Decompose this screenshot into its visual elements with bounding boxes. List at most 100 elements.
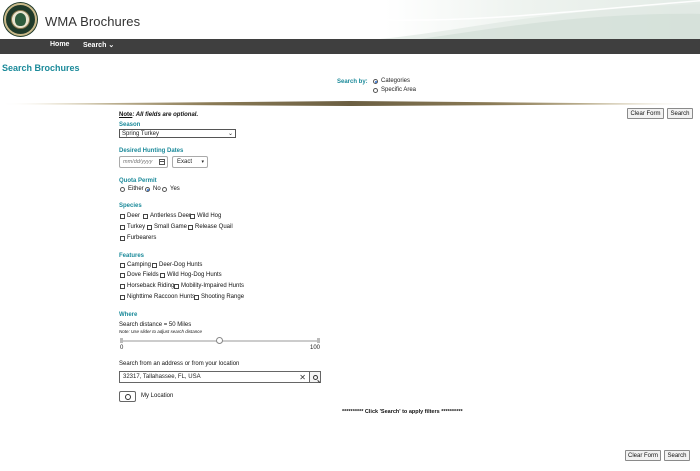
radio-no[interactable] (145, 186, 150, 192)
feature-checkbox-nighttime-raccoon-hunts[interactable]: Nighttime Raccoon Hunts (120, 294, 195, 300)
species-deer-label: Deer (127, 213, 141, 219)
location-icon (125, 394, 131, 400)
quota-yes-label: Yes (170, 186, 180, 192)
site-title[interactable]: WMA Brochures (45, 14, 140, 29)
note-prefix: Note (119, 112, 133, 118)
slider-min-label: 0 (120, 345, 124, 351)
species-checkbox-release-quail[interactable]: Release Quail (188, 224, 233, 230)
checkbox[interactable] (120, 235, 125, 241)
checkbox[interactable] (120, 224, 125, 230)
nav-search[interactable]: Search ⌄ (83, 41, 114, 49)
quota-label: Quota Permit (119, 178, 157, 184)
clear-form-button-bottom[interactable]: Clear Form (625, 450, 661, 461)
search-by-specific-area-label: Specific Area (381, 87, 417, 93)
feature-camping-label: Camping (127, 262, 152, 268)
checkbox[interactable] (194, 294, 199, 300)
feature-checkbox-horseback-riding[interactable]: Horseback Riding (120, 283, 174, 289)
species-release-quail-label: Release Quail (195, 224, 233, 230)
search-by-categories-label: Categories (381, 78, 411, 84)
nav-home[interactable]: Home (50, 41, 69, 48)
search-button-bottom[interactable]: Search (664, 450, 690, 461)
feature-checkbox-shooting-range[interactable]: Shooting Range (194, 294, 244, 300)
species-checkbox-small-game[interactable]: Small Game (147, 224, 187, 230)
search-distance-note: Note: Use slider to adjust search distan… (119, 329, 203, 334)
feature-checkbox-camping[interactable]: Camping (120, 262, 151, 268)
checkbox[interactable] (188, 224, 193, 230)
slider-max-label: 100 (310, 345, 321, 351)
address-input[interactable]: 32317, Tallahassee, FL, USA ✕ (119, 371, 310, 383)
search-icon (313, 375, 318, 380)
feature-shooting-range-label: Shooting Range (201, 294, 245, 300)
clear-form-button-top[interactable]: Clear Form (627, 108, 664, 119)
agency-seal-logo[interactable] (4, 3, 37, 36)
note-text: : All fields are optional. (132, 112, 199, 118)
checkbox[interactable] (120, 272, 125, 278)
quota-option-either[interactable]: Either (120, 186, 144, 192)
search-button-top[interactable]: Search (667, 108, 693, 119)
site-header: WMA Brochures (0, 0, 700, 39)
radio-yes[interactable] (162, 186, 167, 192)
checkbox[interactable] (160, 272, 165, 278)
checkbox[interactable] (174, 283, 179, 289)
feature-checkbox-wild-hog-dog-hunts[interactable]: Wild Hog-Dog Hunts (160, 272, 222, 278)
season-selected-value: Spring Turkey (122, 130, 160, 137)
feature-checkbox-deer-dog-hunts[interactable]: Deer-Dog Hunts (152, 262, 202, 268)
address-value: 32317, Tallahassee, FL, USA (123, 374, 201, 380)
features-label: Features (119, 253, 145, 259)
feature-checkbox-mobility-impaired-hunts[interactable]: Mobility-Impaired Hunts (174, 283, 244, 289)
quota-either-label: Either (128, 186, 144, 192)
checkbox[interactable] (143, 213, 148, 219)
date-mode-value: Exact (177, 159, 193, 165)
main-nav: Home Search ⌄ (0, 39, 700, 54)
chevron-down-icon: ⌄ (227, 131, 233, 137)
checkbox[interactable] (152, 262, 157, 268)
radio-specific-area[interactable] (373, 87, 378, 93)
address-label: Search from an address or from your loca… (119, 361, 240, 367)
search-by-specific-area[interactable]: Specific Area (373, 87, 416, 93)
radio-categories[interactable] (373, 78, 378, 84)
address-search-button[interactable] (309, 371, 321, 383)
radio-either[interactable] (120, 186, 125, 192)
species-label: Species (119, 203, 142, 209)
distance-slider-handle[interactable] (216, 337, 223, 344)
logo-emblem (15, 13, 26, 26)
quota-option-no[interactable]: No (145, 186, 161, 192)
checkbox[interactable] (190, 213, 195, 219)
species-antlerless-label: Antlerless Deer (150, 213, 192, 219)
feature-checkbox-dove-fields[interactable]: Dove Fields (120, 272, 159, 278)
caret-down-icon: ▾ (201, 159, 204, 165)
species-checkbox-antlerless-deer[interactable]: Antlerless Deer (143, 213, 191, 219)
my-location-label: My Location (141, 393, 174, 399)
species-checkbox-turkey[interactable]: Turkey (120, 224, 145, 230)
quota-option-yes[interactable]: Yes (162, 186, 180, 192)
search-distance-text: Search distance = 50 Miles (119, 322, 192, 328)
checkbox[interactable] (147, 224, 152, 230)
section-divider (0, 101, 700, 106)
slider-min-tick (120, 338, 123, 343)
slider-max-tick (317, 338, 320, 343)
calendar-icon[interactable] (159, 159, 165, 165)
close-icon[interactable]: ✕ (299, 373, 309, 382)
quota-no-label: No (153, 186, 161, 192)
checkbox[interactable] (120, 283, 125, 289)
checkbox[interactable] (120, 213, 125, 219)
feature-horseback-label: Horseback Riding (127, 283, 175, 289)
checkbox[interactable] (120, 262, 125, 268)
season-select[interactable]: Spring Turkey ⌄ (119, 129, 236, 138)
apply-filters-note: ********** Click 'Search' to apply filte… (342, 409, 463, 415)
hunting-date-input[interactable]: mm/dd/yyyy (119, 156, 168, 168)
optional-note: Note: All fields are optional. (119, 112, 198, 118)
species-furbearers-label: Furbearers (127, 235, 157, 241)
species-small-game-label: Small Game (154, 224, 188, 230)
search-by-label: Search by: (337, 79, 368, 85)
species-checkbox-furbearers[interactable]: Furbearers (120, 235, 156, 241)
feature-deer-dog-label: Deer-Dog Hunts (159, 262, 203, 268)
checkbox[interactable] (120, 294, 125, 300)
species-checkbox-deer[interactable]: Deer (120, 213, 140, 219)
feature-wild-hog-dog-label: Wild Hog-Dog Hunts (167, 272, 222, 278)
species-turkey-label: Turkey (127, 224, 146, 230)
search-by-categories[interactable]: Categories (373, 78, 410, 84)
species-checkbox-wild-hog[interactable]: Wild Hog (190, 213, 221, 219)
date-mode-select[interactable]: Exact ▾ (172, 156, 208, 168)
my-location-button[interactable] (119, 391, 136, 402)
